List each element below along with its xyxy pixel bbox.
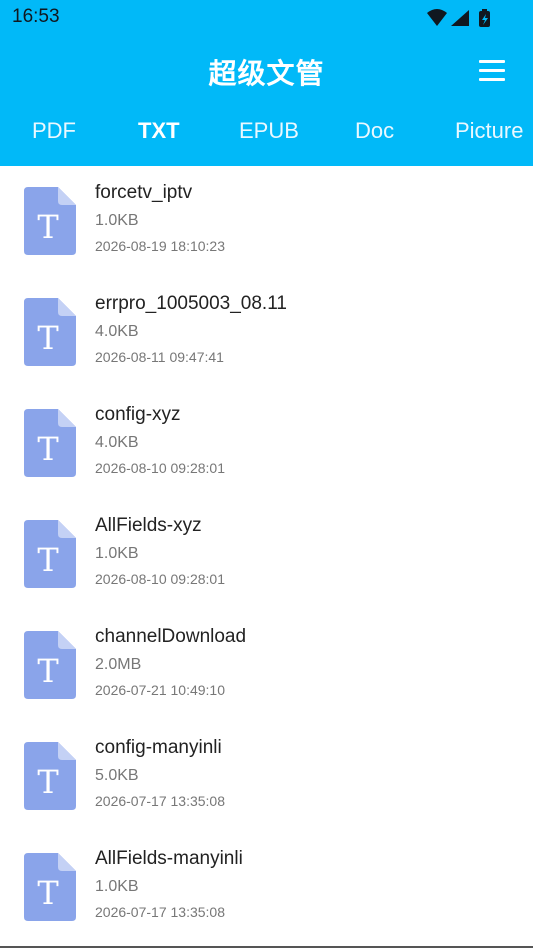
list-item[interactable]: T AllFields-manyinli 1.0KB 2026-07-17 13… — [0, 832, 533, 943]
battery-icon — [479, 9, 490, 27]
file-name: errpro_1005003_08.11 — [95, 293, 287, 314]
file-size: 2.0MB — [95, 656, 142, 673]
tab-txt[interactable]: TXT — [138, 118, 180, 144]
file-date: 2026-08-10 09:28:01 — [95, 460, 225, 476]
file-date: 2026-07-17 13:35:08 — [95, 793, 225, 809]
txt-file-icon: T — [24, 631, 76, 699]
file-size: 4.0KB — [95, 434, 139, 451]
status-icons — [427, 9, 490, 27]
file-name: forcetv_iptv — [95, 182, 193, 203]
file-date: 2026-07-21 10:49:10 — [95, 682, 225, 698]
file-name: AllFields-manyinli — [95, 848, 243, 869]
file-name: config-manyinli — [95, 737, 222, 758]
menu-button[interactable] — [477, 58, 507, 84]
file-size: 1.0KB — [95, 545, 139, 562]
list-item[interactable]: T errpro_1005003_08.11 4.0KB 2026-08-11 … — [0, 277, 533, 388]
file-size: 1.0KB — [95, 212, 139, 229]
svg-text:T: T — [37, 652, 59, 690]
file-name: channelDownload — [95, 626, 247, 647]
tab-pdf[interactable]: PDF — [32, 118, 76, 144]
status-bar: 16:53 — [0, 0, 533, 36]
txt-file-icon: T — [24, 298, 76, 366]
file-size: 4.0KB — [95, 323, 139, 340]
tab-epub[interactable]: EPUB — [239, 118, 299, 144]
txt-file-icon: T — [24, 520, 76, 588]
list-item[interactable]: T config-xyz 4.0KB 2026-08-10 09:28:01 — [0, 388, 533, 499]
txt-file-icon: T — [24, 742, 76, 810]
txt-file-icon: T — [24, 409, 76, 477]
svg-text:T: T — [37, 208, 59, 246]
svg-text:T: T — [37, 541, 59, 579]
svg-text:T: T — [37, 763, 59, 801]
file-name: AllFields-xyz — [95, 515, 202, 536]
wifi-icon — [427, 9, 447, 26]
file-date: 2026-08-11 09:47:41 — [95, 349, 224, 365]
app-header: 16:53 超级文管 PDF TXT EPUB Doc Picture — [0, 0, 533, 166]
tab-doc[interactable]: Doc — [355, 118, 394, 144]
file-size: 5.0KB — [95, 767, 139, 784]
txt-file-icon: T — [24, 187, 76, 255]
tab-picture[interactable]: Picture — [455, 118, 523, 144]
file-date: 2026-07-17 13:35:08 — [95, 904, 225, 920]
list-item[interactable]: T forcetv_iptv 1.0KB 2026-08-19 18:10:23 — [0, 166, 533, 277]
file-size: 1.0KB — [95, 878, 139, 895]
list-item[interactable]: T channelDownload 2.0MB 2026-07-21 10:49… — [0, 610, 533, 721]
file-list: T forcetv_iptv 1.0KB 2026-08-19 18:10:23… — [0, 166, 533, 943]
txt-file-icon: T — [24, 853, 76, 921]
list-item[interactable]: T config-manyinli 5.0KB 2026-07-17 13:35… — [0, 721, 533, 832]
file-date: 2026-08-19 18:10:23 — [95, 238, 225, 254]
svg-text:T: T — [37, 319, 59, 357]
app-title: 超级文管 — [208, 57, 325, 90]
status-time: 16:53 — [12, 6, 60, 27]
list-item[interactable]: T AllFields-xyz 1.0KB 2026-08-10 09:28:0… — [0, 499, 533, 610]
file-date: 2026-08-10 09:28:01 — [95, 571, 225, 587]
file-name: config-xyz — [95, 404, 181, 425]
svg-text:T: T — [37, 430, 59, 468]
file-type-tabs: PDF TXT EPUB Doc Picture — [0, 118, 533, 158]
svg-text:T: T — [37, 874, 59, 912]
signal-icon — [451, 10, 469, 26]
